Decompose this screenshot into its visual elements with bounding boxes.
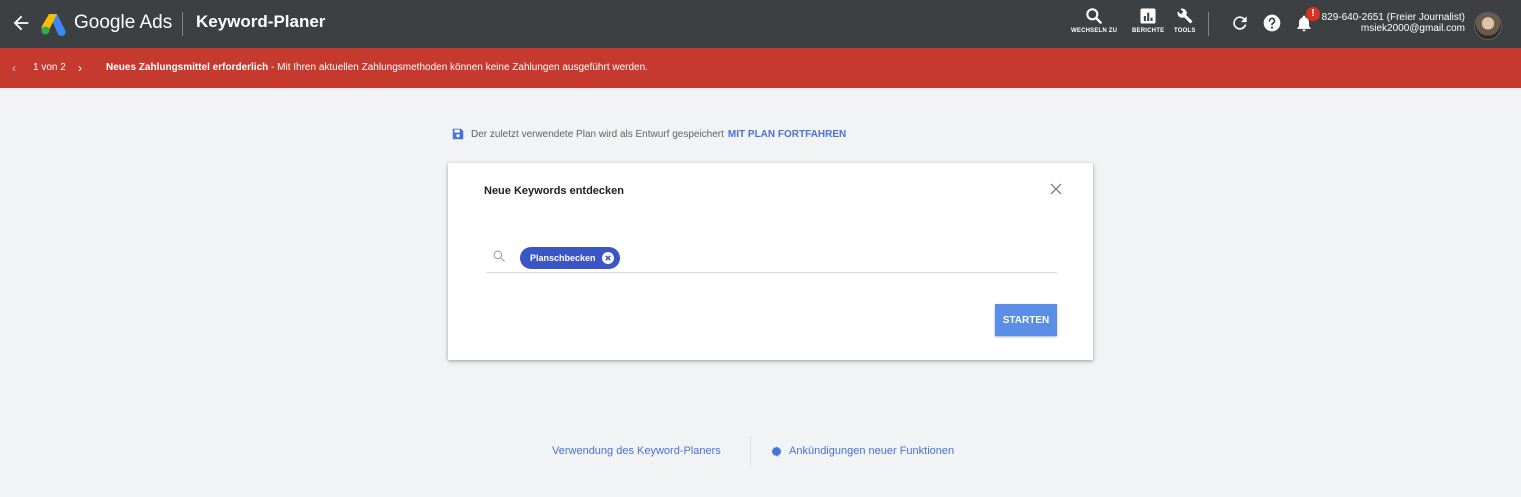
draft-notice: Der zuletzt verwendete Plan wird als Ent… (451, 127, 846, 141)
payment-alert-bar: ‹ 1 von 2 › Neues Zahlungsmittel erforde… (0, 48, 1521, 88)
top-bar: Google Ads Keyword-Planer WECHSELN ZU BE… (0, 0, 1521, 48)
brand-name: Google Ads (74, 12, 173, 33)
google-ads-logo-icon[interactable] (40, 12, 66, 36)
account-email: msiek2000@gmail.com (1360, 23, 1465, 34)
help-icon[interactable] (1262, 13, 1282, 33)
keyword-chip-label: Planschbecken (530, 253, 596, 263)
remove-chip-icon[interactable] (601, 252, 614, 264)
account-info[interactable]: 829-640-2651 (Freier Journalist) msiek20… (1322, 12, 1465, 34)
draft-text: Der zuletzt verwendete Plan wird als Ent… (471, 128, 724, 140)
account-id: 829-640-2651 (Freier Journalist) (1321, 12, 1465, 23)
reports-label: BERICHTE (1132, 28, 1165, 34)
keyword-search-input[interactable]: Planschbecken (486, 245, 1057, 273)
alert-counter: 1 von 2 (33, 62, 66, 73)
avatar[interactable] (1474, 12, 1502, 40)
switch-to-button[interactable]: WECHSELN ZU (1071, 6, 1117, 42)
alert-detail: - Mit Ihren aktuellen Zahlungsmethoden k… (268, 62, 648, 73)
new-features-label: Ankündigungen neuer Funktionen (789, 445, 955, 457)
alert-next-chevron-icon[interactable]: › (78, 61, 82, 75)
search-icon (493, 250, 505, 262)
keyword-planner-usage-link[interactable]: Verwendung des Keyword-Planers (552, 445, 721, 457)
footer-divider (750, 436, 751, 466)
refresh-icon[interactable] (1230, 13, 1250, 33)
save-icon (452, 128, 464, 140)
back-arrow-icon[interactable] (10, 12, 32, 34)
discover-keywords-card: Neue Keywords entdecken Planschbecken ST… (448, 163, 1093, 360)
close-icon[interactable] (1048, 181, 1064, 197)
reports-button[interactable]: BERICHTE (1132, 6, 1164, 42)
tools-label: TOOLS (1174, 28, 1196, 34)
switch-to-label: WECHSELN ZU (1071, 28, 1118, 34)
continue-plan-link[interactable]: MIT PLAN FORTFAHREN (728, 129, 846, 140)
start-button[interactable]: STARTEN (995, 304, 1057, 336)
reports-icon (1140, 8, 1156, 24)
alert-prev-chevron-icon[interactable]: ‹ (12, 61, 16, 75)
page-title: Keyword-Planer (196, 12, 326, 31)
announcement-icon (771, 445, 782, 457)
keyword-chip[interactable]: Planschbecken (520, 247, 620, 269)
toolbar-divider (1208, 12, 1209, 36)
tools-button[interactable]: TOOLS (1174, 6, 1196, 42)
brand-divider (182, 12, 183, 36)
wrench-icon (1177, 8, 1193, 24)
alert-title: Neues Zahlungsmittel erforderlich (106, 62, 269, 73)
notification-badge: ! (1306, 7, 1320, 21)
alert-message: Neues Zahlungsmittel erforderlich - Mit … (106, 62, 648, 73)
new-features-link[interactable]: Ankündigungen neuer Funktionen (771, 445, 954, 457)
card-title: Neue Keywords entdecken (484, 185, 624, 197)
search-icon (1086, 8, 1102, 24)
